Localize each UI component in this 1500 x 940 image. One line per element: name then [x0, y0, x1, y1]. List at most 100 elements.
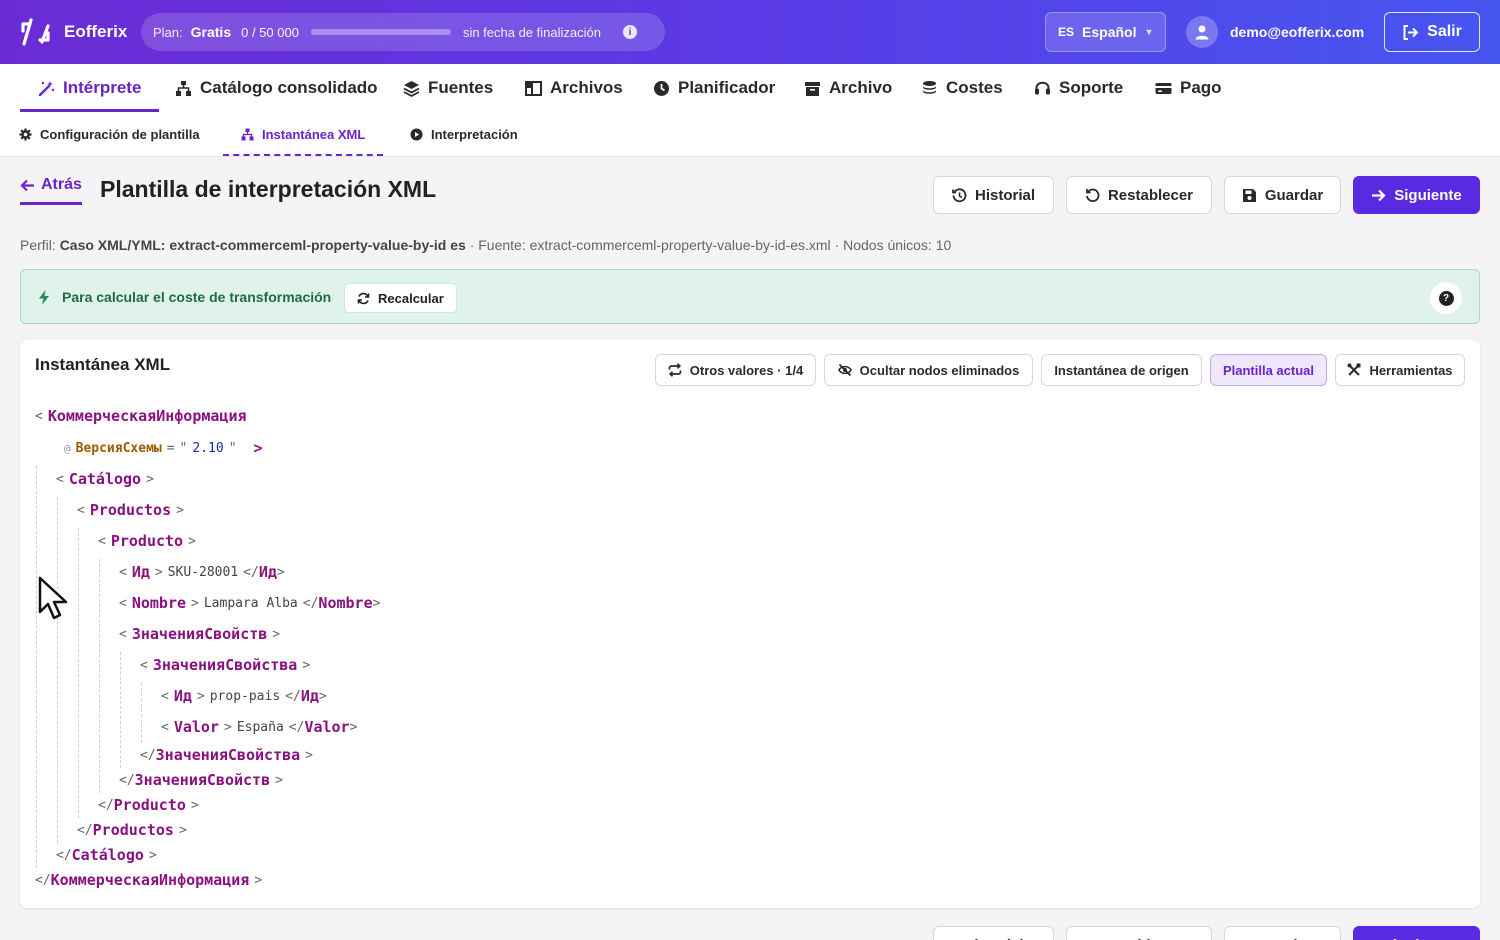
xml-tag: Valor	[304, 718, 350, 736]
language-selector[interactable]: ES Español ▼	[1045, 12, 1166, 52]
user-menu[interactable]: demo@eofferix.com	[1186, 16, 1364, 48]
sitemap-icon	[241, 128, 254, 140]
logo-icon	[21, 18, 50, 46]
language-name: Español	[1082, 24, 1137, 40]
indent-guide	[36, 466, 37, 868]
cost-alert: Para calcular el coste de transformación…	[20, 269, 1480, 324]
xml-text: España	[236, 719, 284, 735]
current-template-button[interactable]: Plantilla actual	[1210, 354, 1327, 386]
main-nav: Intérprete Catálogo consolidado Fuentes …	[0, 64, 1500, 112]
tab-label: Soporte	[1059, 78, 1124, 97]
xml-node-prop-id[interactable]: < Ид > prop-pais </Ид >	[161, 686, 327, 706]
tab-interprete[interactable]: Intérprete	[19, 64, 160, 112]
sub-nav: Configuración de plantilla Instantánea X…	[0, 112, 1500, 157]
xml-node-catalog-close[interactable]: </Catálogo >	[56, 845, 157, 865]
top-bar: Eofferix Plan: Gratis 0 / 50 000 sin fec…	[0, 0, 1500, 64]
reset-label: Restablecer	[1096, 937, 1181, 940]
tab-label: Costes	[946, 78, 1003, 97]
tab-fuentes[interactable]: Fuentes	[403, 64, 493, 112]
next-button-bottom[interactable]: Siguiente	[1353, 926, 1480, 940]
undo-icon	[1086, 188, 1100, 202]
xml-node-catalog-open[interactable]: < Catálogo >	[56, 469, 154, 489]
help-button[interactable]: ?	[1430, 282, 1462, 314]
user-email: demo@eofferix.com	[1230, 24, 1365, 40]
subtab-instantanea-xml[interactable]: Instantánea XML	[222, 112, 384, 156]
xml-node-id[interactable]: < Ид > SKU-28001 </Ид >	[119, 562, 285, 582]
xml-tag: Valor	[173, 718, 219, 736]
language-code: ES	[1058, 25, 1075, 39]
back-link[interactable]: Atrás	[20, 176, 82, 205]
back-label: Atrás	[41, 176, 82, 193]
sitemap-icon	[176, 80, 191, 96]
tab-archivo[interactable]: Archivo	[804, 64, 892, 112]
save-button[interactable]: Guardar	[1224, 176, 1341, 214]
subtab-label: Instantánea XML	[262, 126, 366, 142]
history-icon	[952, 187, 967, 202]
tab-catalogo-consolidado[interactable]: Catálogo consolidado	[175, 64, 378, 112]
indent-guide	[57, 497, 58, 843]
xml-node-prop-value[interactable]: < Valor > España </Valor >	[161, 717, 357, 737]
xml-node-props-open[interactable]: < ЗначенияСвойств >	[119, 624, 280, 644]
xml-tag: ЗначенияСвойства	[152, 656, 298, 674]
xml-attr-value: 2.10	[192, 440, 224, 456]
xml-tag: Ид	[131, 563, 150, 581]
eye-slash-icon	[837, 363, 852, 377]
subtab-label: Configuración de plantilla	[40, 126, 200, 142]
xml-node-product-open[interactable]: < Producto >	[98, 531, 196, 551]
mouse-cursor-icon	[38, 576, 68, 620]
save-button-bottom[interactable]: Guardar	[1224, 926, 1341, 940]
xml-node-product-close[interactable]: </Producto >	[98, 795, 199, 815]
xml-node-products-open[interactable]: < Productos >	[77, 500, 184, 520]
recalculate-label: Recalcular	[378, 290, 444, 306]
xml-node-root-open[interactable]: < КоммерческаяИнформация	[35, 406, 247, 426]
plan-end-date: sin fecha de finalización	[462, 24, 601, 40]
tab-costes[interactable]: Costes	[921, 64, 1003, 112]
xml-text: Lampara Alba	[203, 595, 298, 611]
user-icon	[1195, 25, 1209, 40]
xml-node-prop-close[interactable]: </ЗначенияСвойства >	[140, 745, 313, 765]
hide-deleted-button[interactable]: Ocultar nodos eliminados	[824, 354, 1033, 386]
xml-tag: ЗначенияСвойств	[131, 625, 268, 643]
history-button-bottom[interactable]: Historial	[933, 926, 1054, 940]
xml-node-props-close[interactable]: </ЗначенияСвойств >	[119, 770, 283, 790]
tab-pago[interactable]: Pago	[1155, 64, 1222, 112]
reset-button[interactable]: Restablecer	[1066, 176, 1212, 214]
profile-info: Perfil: Caso XML/YML: extract-commerceml…	[20, 237, 951, 253]
xml-node-name[interactable]: < Nombre > Lampara Alba </Nombre >	[119, 593, 380, 613]
next-label: Siguiente	[1383, 937, 1451, 940]
source-snapshot-button[interactable]: Instantánea de origen	[1041, 354, 1202, 386]
hide-deleted-label: Ocultar nodos eliminados	[859, 362, 1020, 378]
xml-attribute[interactable]: @ ВерсияСхемы = " 2.10 " >	[64, 438, 263, 458]
reset-button-bottom[interactable]: Restablecer	[1066, 926, 1212, 940]
tools-button[interactable]: Herramientas	[1335, 354, 1465, 386]
xml-tag: КоммерческаяИнформация	[50, 871, 250, 889]
tab-archivos[interactable]: Archivos	[525, 64, 623, 112]
recalculate-button[interactable]: Recalcular	[344, 283, 457, 313]
xml-node-root-close[interactable]: </КоммерческаяИнформация >	[35, 870, 262, 890]
plan-pill[interactable]: Plan: Gratis 0 / 50 000 sin fecha de fin…	[141, 13, 665, 51]
subtab-interpretacion[interactable]: Interpretación	[410, 112, 518, 156]
gear-icon	[19, 128, 32, 140]
next-button[interactable]: Siguiente	[1353, 176, 1480, 214]
tab-label: Planificador	[678, 78, 776, 97]
history-button[interactable]: Historial	[933, 176, 1054, 214]
plan-usage: 0 / 50 000	[241, 24, 299, 40]
app-logo[interactable]: Eofferix	[20, 18, 127, 46]
tab-soporte[interactable]: Soporte	[1034, 64, 1123, 112]
info-icon[interactable]: i	[622, 25, 637, 39]
xml-tag: ЗначенияСвойства	[155, 746, 301, 764]
source-snapshot-label: Instantánea de origen	[1054, 362, 1189, 378]
bolt-icon	[39, 290, 49, 305]
magic-wand-icon	[38, 80, 55, 96]
logout-button[interactable]: Salir	[1384, 12, 1480, 52]
plan-progress-bar	[310, 29, 451, 35]
xml-node-products-close[interactable]: </Productos >	[77, 820, 187, 840]
other-values-button[interactable]: Otros valores · 1/4	[655, 354, 816, 386]
xml-tag: Ид	[173, 687, 192, 705]
indent-guide	[99, 559, 100, 793]
subtab-configuracion[interactable]: Configuración de plantilla	[19, 112, 200, 156]
sign-out-icon	[1403, 24, 1419, 40]
xml-node-prop-open[interactable]: < ЗначенияСвойства >	[140, 655, 310, 675]
xml-tag: ЗначенияСвойств	[134, 771, 271, 789]
tab-planificador[interactable]: Planificador	[653, 64, 775, 112]
